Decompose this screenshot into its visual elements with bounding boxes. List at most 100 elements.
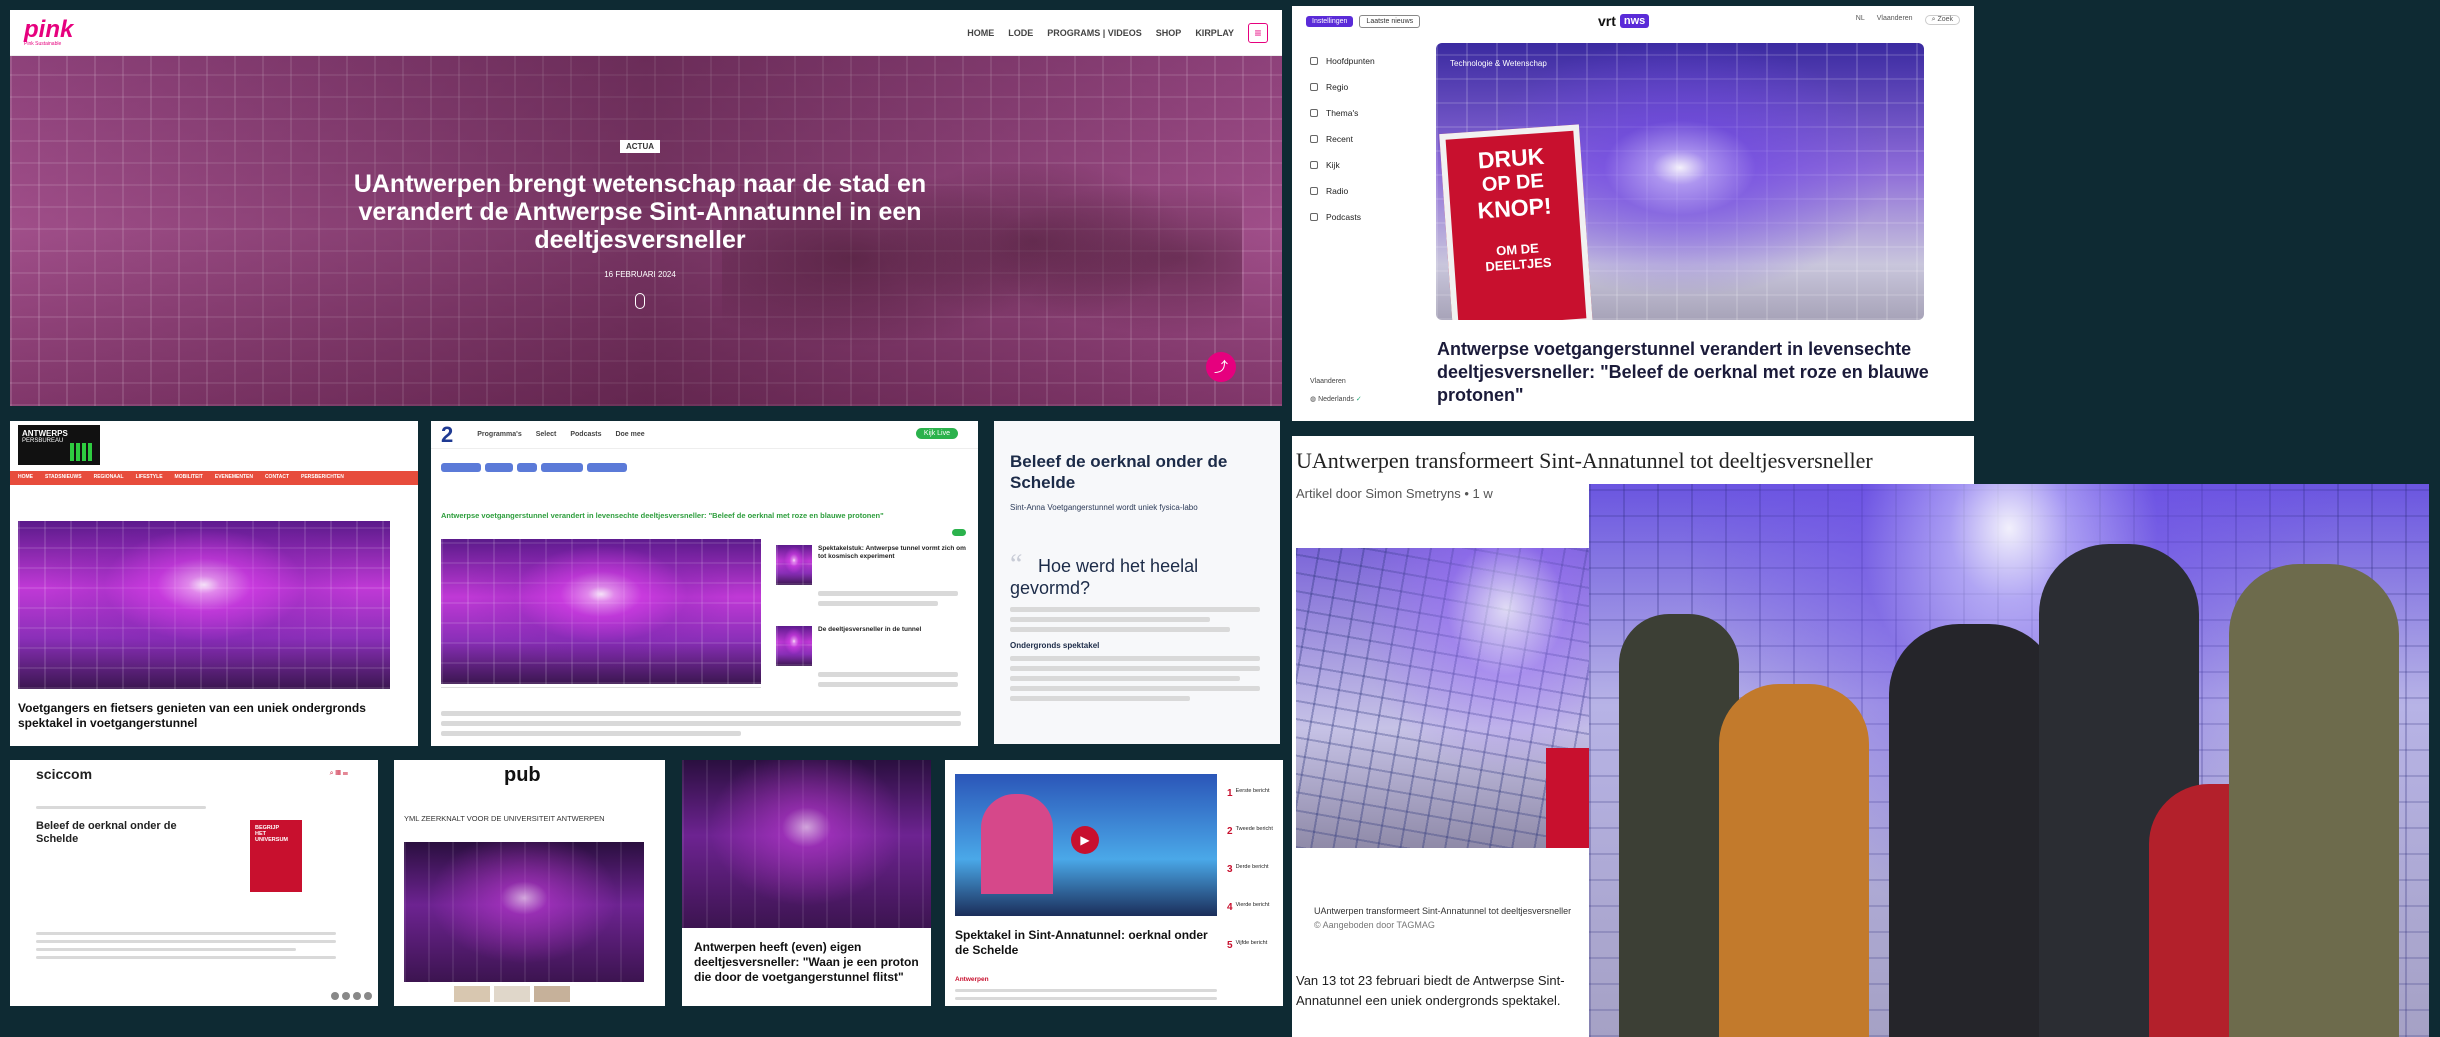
- persbureau-logo[interactable]: ANTWERPS PERSBUREAU: [18, 425, 100, 465]
- radio-icon: [1310, 187, 1318, 195]
- scicom-top-icons[interactable]: ⌕ ▦ ☰: [330, 770, 348, 778]
- tag-icon: [1310, 109, 1318, 117]
- sidebar-item-kijk[interactable]: Kijk: [1310, 152, 1410, 178]
- vrt-sidebar-bottom: Vlaanderen ◍ Nederlands ✓: [1310, 378, 1362, 403]
- vrt-sidebar: Hoofdpunten Regio Thema's Recent Kijk Ra…: [1310, 48, 1410, 230]
- atv-nav-select[interactable]: Select: [536, 431, 557, 438]
- linkedin-tunnel-image: [1296, 548, 1596, 848]
- atv-video-image[interactable]: [441, 539, 761, 684]
- globe-icon: ◍: [1310, 396, 1319, 403]
- pub-thumbs[interactable]: [454, 986, 570, 1002]
- druk-op-de-knop-sign: DRUK OP DE KNOP! OM DE DEELTJES: [1439, 124, 1593, 320]
- oerknal-panel: Beleef de oerknal onder de Schelde Sint-…: [994, 421, 1280, 744]
- search-button[interactable]: ⌕ Zoek: [1924, 15, 1960, 25]
- sidebar-item-themas[interactable]: Thema's: [1310, 100, 1410, 126]
- atv-header: 2 Programma's Select Podcasts Doe mee Ki…: [431, 421, 978, 449]
- atv-nav-programmas[interactable]: Programma's: [477, 431, 521, 438]
- list-item[interactable]: 1 Eerste bericht: [1227, 788, 1279, 826]
- list-item[interactable]: 4 Vierde bericht: [1227, 902, 1279, 940]
- atv-thumb-2[interactable]: [776, 626, 812, 666]
- gva-headline[interactable]: Antwerpen heeft (even) eigen deeltjesver…: [694, 940, 924, 985]
- atv-nav-podcasts[interactable]: Podcasts: [570, 431, 601, 438]
- nav-kirplay[interactable]: KIRPLAY: [1195, 28, 1234, 38]
- pink-header: pink Pink Sustainable HOME LODE PROGRAMS…: [10, 10, 1282, 56]
- language-option[interactable]: ◍ Nederlands ✓: [1310, 395, 1362, 403]
- persbureau-headline[interactable]: Voetgangers en fietsers genieten van een…: [18, 701, 398, 731]
- atv-panel: 2 Programma's Select Podcasts Doe mee Ki…: [431, 421, 978, 746]
- list-item[interactable]: 3 Derde bericht: [1227, 864, 1279, 902]
- social-share-icons[interactable]: [331, 992, 372, 1000]
- atv-side-title-1[interactable]: Spektakelstuk: Antwerpse tunnel vormt zi…: [818, 545, 966, 585]
- check-icon: ✓: [1355, 396, 1362, 403]
- sidebar-item-hoofdpunten[interactable]: Hoofdpunten: [1310, 48, 1410, 74]
- image-caption: UAntwerpen transformeert Sint-Annatunnel…: [1314, 906, 1572, 930]
- scicom-breadcrumb: [36, 806, 206, 809]
- family-photo: [1589, 484, 2429, 1037]
- oerknal-question: Hoe werd het heelal gevormd?: [1010, 556, 1199, 598]
- persbureau-panel: ANTWERPS PERSBUREAU HOME STADSNIEUWS REG…: [10, 421, 418, 746]
- vrt-nws-logo[interactable]: vrt nws: [1598, 13, 1650, 29]
- pub-headline: YML ZEERKNALT VOOR DE UNIVERSITEIT ANTWE…: [404, 814, 605, 823]
- share-icon[interactable]: ⤴: [1206, 352, 1236, 382]
- nav-shop[interactable]: SHOP: [1156, 28, 1182, 38]
- atv-nav-doe-mee[interactable]: Doe mee: [615, 431, 644, 438]
- atv-headline: Antwerpse voetgangerstunnel verandert in…: [441, 511, 884, 520]
- list-item[interactable]: 2 Tweede bericht: [1227, 826, 1279, 864]
- list-item[interactable]: 5 Vijfde bericht: [1227, 940, 1279, 978]
- atv-video-controls[interactable]: [441, 687, 761, 699]
- oerknal-subtitle: Sint-Anna Voetgangerstunnel wordt uniek …: [1010, 503, 1198, 512]
- scicom-logo[interactable]: sciccom: [36, 766, 92, 782]
- toggle-switch[interactable]: [952, 529, 966, 536]
- nieuws-headline[interactable]: Spektakel in Sint-Annatunnel: oerknal on…: [955, 928, 1217, 958]
- persbureau-menu: HOME STADSNIEUWS REGIONAAL LIFESTYLE MOB…: [10, 471, 418, 485]
- nav-programs[interactable]: PROGRAMS | VIDEOS: [1047, 28, 1142, 38]
- pub-logo[interactable]: pub: [504, 764, 541, 787]
- nieuws-video[interactable]: ▶: [955, 774, 1217, 916]
- persbureau-image: [18, 521, 390, 689]
- region-selector[interactable]: Vlaanderen: [1877, 15, 1913, 25]
- scicom-panel: sciccom ⌕ ▦ ☰ Beleef de oerknal onder de…: [10, 760, 378, 1006]
- pink-article-panel: pink Pink Sustainable HOME LODE PROGRAMS…: [10, 10, 1282, 406]
- nav-home[interactable]: HOME: [967, 28, 994, 38]
- language-selector[interactable]: NL: [1856, 15, 1865, 25]
- pub-image: [404, 842, 644, 982]
- pink-headline: UAntwerpen brengt wetenschap naar de sta…: [353, 170, 927, 254]
- hamburger-menu-icon[interactable]: ≡: [1248, 22, 1268, 43]
- scroll-down-icon[interactable]: [635, 293, 645, 309]
- image-category-label: Technologie & Wetenschap: [1450, 59, 1547, 68]
- clock-icon: [1310, 135, 1318, 143]
- gva-panel: Antwerpen heeft (even) eigen deeltjesver…: [682, 760, 931, 1006]
- linkedin-title: UAntwerpen transformeert Sint-Annatunnel…: [1296, 448, 1873, 473]
- person-woman-glasses: [1889, 624, 2059, 1037]
- atv-side-column: Spektakelstuk: Antwerpse tunnel vormt zi…: [776, 529, 966, 692]
- vrt-hero-image: Technologie & Wetenschap DRUK OP DE KNOP…: [1436, 43, 1924, 320]
- linkedin-body: Van 13 tot 23 februari biedt de Antwerps…: [1296, 973, 1565, 1008]
- atv-tag-row: [441, 463, 627, 472]
- oerknal-section: Ondergronds spektakel: [1010, 641, 1100, 650]
- nav-lode[interactable]: LODE: [1008, 28, 1033, 38]
- pub-panel: pub YML ZEERKNALT VOOR DE UNIVERSITEIT A…: [394, 760, 665, 1006]
- atv-logo[interactable]: 2: [441, 422, 453, 448]
- person-kid-orange: [1719, 684, 1869, 1037]
- category-tag[interactable]: ACTUA: [620, 140, 660, 153]
- atv-thumb-1[interactable]: [776, 545, 812, 585]
- sidebar-item-podcasts[interactable]: Podcasts: [1310, 204, 1410, 230]
- gva-image: [682, 760, 931, 928]
- settings-button[interactable]: Instellingen: [1306, 15, 1354, 27]
- atv-live-button[interactable]: Kijk Live: [915, 428, 958, 439]
- atv-side-title-2[interactable]: De deeltjesversneller in de tunnel: [818, 626, 921, 666]
- vrt-header: Instellingen Laatste nieuws vrt nws NL V…: [1292, 6, 1974, 36]
- video-icon: [1310, 161, 1318, 169]
- oerknal-title: Beleef de oerknal onder de Schelde: [1010, 452, 1228, 492]
- vrt-article-panel: Instellingen Laatste nieuws vrt nws NL V…: [1292, 6, 1974, 421]
- latest-news-button[interactable]: Laatste nieuws: [1359, 14, 1421, 28]
- logo-grid-icon: [70, 443, 94, 461]
- nieuws-top-list: 1 Eerste bericht 2 Tweede bericht 3 Derde b…: [1227, 788, 1279, 978]
- sidebar-item-recent[interactable]: Recent: [1310, 126, 1410, 152]
- vrt-headline[interactable]: Antwerpse voetgangerstunnel verandert in…: [1437, 338, 1937, 407]
- play-button-icon[interactable]: ▶: [1071, 826, 1099, 854]
- sidebar-item-regio[interactable]: Regio: [1310, 74, 1410, 100]
- sidebar-item-radio[interactable]: Radio: [1310, 178, 1410, 204]
- linkedin-byline[interactable]: Artikel door Simon Smetryns • 1 w: [1296, 486, 1493, 501]
- pink-logo[interactable]: pink Pink Sustainable: [24, 18, 73, 47]
